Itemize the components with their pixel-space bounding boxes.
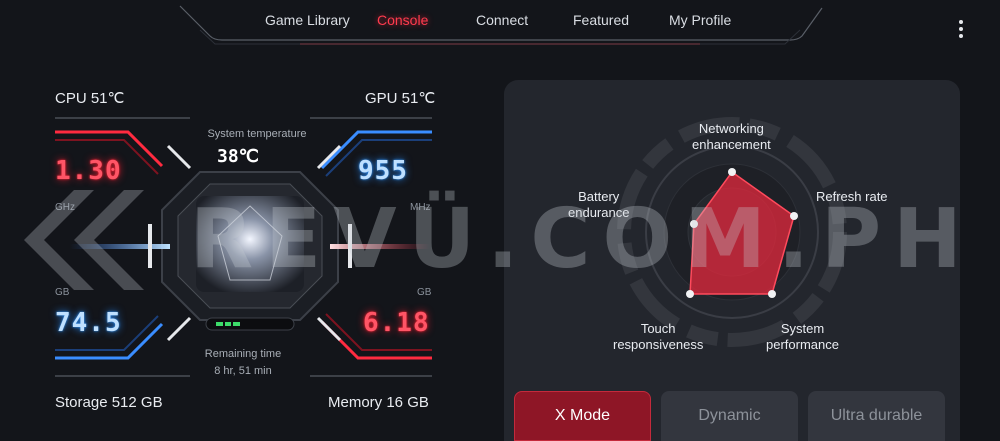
ultra-durable-mode-button[interactable]: Ultra durable	[808, 391, 945, 441]
dynamic-mode-button[interactable]: Dynamic	[661, 391, 798, 441]
gpu-frequency-unit: MHz	[410, 202, 431, 213]
radar-label-system-performance: System performance	[766, 321, 839, 352]
radar-point-system	[768, 290, 776, 298]
system-temperature-value: 38℃	[217, 146, 259, 167]
radar-label-battery-endurance: Battery endurance	[568, 189, 630, 220]
remaining-time-label: Remaining time	[204, 348, 282, 360]
gpu-frequency: 955	[358, 156, 408, 186]
radar-point-refresh	[790, 212, 798, 220]
radar-label-refresh-rate: Refresh rate	[816, 189, 888, 204]
radar-point-touch	[686, 290, 694, 298]
cpu-frequency: 1.30	[55, 156, 122, 186]
memory-total: Memory 16 GB	[328, 394, 429, 411]
radar-point-battery	[690, 220, 698, 228]
storage-total: Storage 512 GB	[55, 394, 163, 411]
radar-label-touch-responsiveness: Touch responsiveness	[613, 321, 704, 352]
gpu-temperature: GPU 51℃	[365, 90, 436, 107]
tab-my-profile[interactable]: My Profile	[669, 12, 731, 28]
watermark-chevrons-icon	[24, 190, 144, 290]
tab-featured[interactable]: Featured	[573, 12, 629, 28]
x-mode-button[interactable]: X Mode	[514, 391, 651, 441]
radar-label-networking: Networking enhancement	[692, 121, 771, 152]
remaining-time-value: 8 hr, 51 min	[214, 365, 272, 377]
storage-used: 74.5	[55, 308, 122, 338]
battery-indicator	[216, 322, 241, 326]
memory-used: 6.18	[363, 308, 430, 338]
memory-unit: GB	[417, 287, 432, 298]
system-temperature-label: System temperature	[207, 128, 307, 140]
radar-point-networking	[728, 168, 736, 176]
cpu-temperature: CPU 51℃	[55, 90, 125, 107]
more-vertical-icon[interactable]	[952, 18, 970, 42]
